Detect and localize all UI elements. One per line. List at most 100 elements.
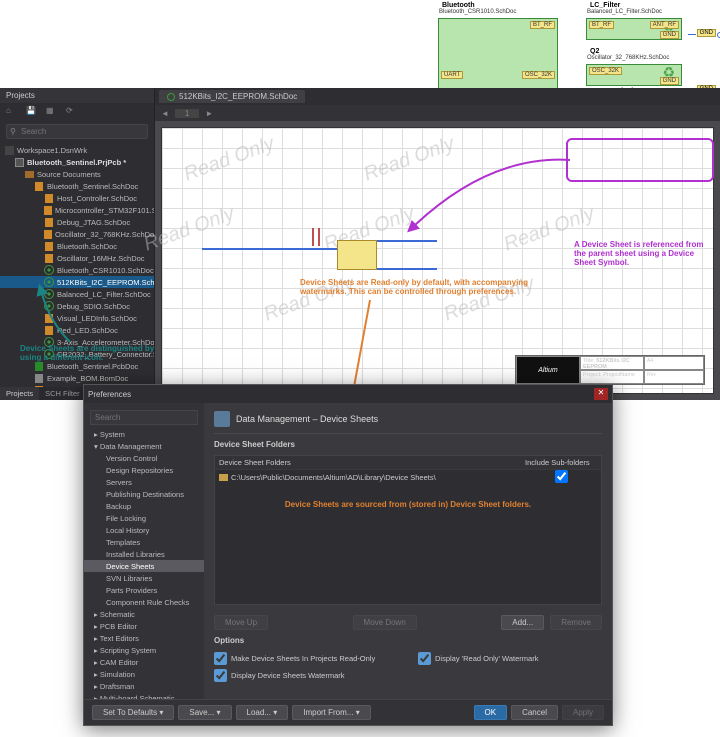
annotation-device-sheet-symbol: A Device Sheet is referenced from the pa… [574,240,714,267]
tree-node-label: Bluetooth_Sentinel.PcbDoc [47,362,138,371]
devsheet-icon [44,265,54,275]
tree-node[interactable]: Red_LED.SchDoc [0,324,154,336]
include-subfolders-checkbox[interactable] [555,470,568,483]
tree-node[interactable]: 512KBits_I2C_EEPROM.SchDoc [0,276,154,288]
tree-node[interactable]: Bluetooth_CSR1010.SchDoc [0,264,154,276]
port: ANT_RF [650,21,679,29]
prefs-nav-item[interactable]: Parts Providers [84,584,204,596]
prefs-nav-item[interactable]: ▸ Text Editors [84,632,204,644]
option-label: Make Device Sheets In Projects Read-Only [231,654,375,663]
tree-node[interactable]: Source Documents [0,168,154,180]
prefs-nav-item[interactable]: Local History [84,524,204,536]
home-icon[interactable]: ⌂ [6,106,18,118]
tree-node[interactable]: Bluetooth_Sentinel.SchDoc [0,180,154,192]
page-next-icon[interactable]: ► [205,109,213,118]
section-title: Device Sheet Folders [214,440,602,449]
sch-icon [44,205,52,215]
tree-node[interactable]: Debug_SDIO.SchDoc [0,300,154,312]
schematic-wires [202,248,337,250]
annotation-icon: Device Sheets are distinguished by using… [20,344,170,362]
save-button[interactable]: Save... ▾ [178,705,231,720]
ok-button[interactable]: OK [474,705,508,720]
tree-node[interactable]: Workspace1.DsnWrk [0,144,154,156]
prefs-nav-item[interactable]: Version Control [84,452,204,464]
prefs-nav-item[interactable]: ▸ Draftsman [84,680,204,692]
cancel-button[interactable]: Cancel [511,705,558,720]
move-up-button[interactable]: Move Up [214,615,268,630]
import-button[interactable]: Import From... ▾ [292,705,370,720]
altium-logo: Altium [516,356,580,384]
option-checkbox[interactable] [214,669,227,682]
document-tab-label: 512KBits_I2C_EEPROM.SchDoc [179,92,297,101]
port: OSC_32K [589,67,622,75]
prefs-nav-item[interactable]: Installed Libraries [84,548,204,560]
prefs-nav-item[interactable]: ▸ System [84,428,204,440]
load-button[interactable]: Load... ▾ [236,705,289,720]
prefs-nav-item[interactable]: Servers [84,476,204,488]
tree-node-label: 512KBits_I2C_EEPROM.SchDoc [57,278,154,287]
prefs-nav-item[interactable]: Backup [84,500,204,512]
tree-node[interactable]: Bluetooth.SchDoc [0,240,154,252]
annotation-folders: Device Sheets are sourced from (stored i… [255,500,561,509]
prefs-nav-item[interactable]: ▸ Schematic [84,608,204,620]
prefs-nav-item[interactable]: ▸ Scripting System [84,644,204,656]
prefs-nav-item[interactable]: ▾ Data Management [84,440,204,452]
prefs-nav-item[interactable]: ▸ CAM Editor [84,656,204,668]
prefs-nav-item[interactable]: Design Repositories [84,464,204,476]
sch-icon [44,217,54,227]
save-icon[interactable]: 💾 [26,106,38,118]
page-nav-icon[interactable]: ◄ [161,109,169,118]
device-sheet-folders-list[interactable]: Device Sheet Folders Include Sub-folders… [214,455,602,605]
move-down-button[interactable]: Move Down [353,615,417,630]
tree-node-label: Visual_LEDInfo.SchDoc [57,314,137,323]
folder-row[interactable]: C:\Users\Public\Documents\Altium\AD\Libr… [215,469,601,485]
device-sheet-icon [167,93,175,101]
option-checkbox[interactable] [418,652,431,665]
prefs-nav-item[interactable]: Templates [84,536,204,548]
close-icon[interactable]: ✕ [594,388,608,400]
refresh-icon[interactable]: ⟳ [66,106,78,118]
port: GND [660,31,679,39]
prefs-nav-item[interactable]: SVN Libraries [84,572,204,584]
tab-sch-filter[interactable]: SCH Filter [39,387,86,400]
prefs-nav-item[interactable]: ▸ Simulation [84,668,204,680]
tree-node[interactable]: Oscillator_16MHz.SchDoc [0,252,154,264]
tree-node[interactable]: Bluetooth_Sentinel.PrjPcb * [0,156,154,168]
tree-node[interactable]: Oscillator_32_768KHz.SchDoc [0,228,154,240]
schematic-eeprom-chip [337,240,377,270]
prefs-nav-item[interactable]: Publishing Destinations [84,488,204,500]
option-row[interactable]: Display Device Sheets Watermark [214,668,398,683]
prefs-search-input[interactable] [90,410,198,425]
prefs-nav-item[interactable]: Component Rule Checks [84,596,204,608]
sch-icon [44,193,54,203]
option-row[interactable]: Make Device Sheets In Projects Read-Only [214,651,398,666]
prefs-nav-item[interactable]: File Locking [84,512,204,524]
page-field[interactable]: 1 [175,109,199,118]
prefs-nav-item[interactable]: ▸ PCB Editor [84,620,204,632]
defaults-button[interactable]: Set To Defaults ▾ [92,705,174,720]
tree-node-label: Bluetooth.SchDoc [57,242,117,251]
tree-node-label: Bluetooth_Sentinel.SchDoc [47,182,138,191]
compile-icon[interactable]: ▦ [46,106,58,118]
remove-folder-button[interactable]: Remove [550,615,602,630]
tree-node[interactable]: Host_Controller.SchDoc [0,192,154,204]
port: BT_RF [530,21,555,29]
prefs-nav-item[interactable]: ▸ Multi-board Schematic [84,692,204,699]
tree-node[interactable]: Debug_JTAG.SchDoc [0,216,154,228]
preferences-dialog: Preferences ✕ ▸ System▾ Data ManagementV… [83,384,613,726]
tree-node[interactable]: Microcontroller_STM32F101.SchDoc [0,204,154,216]
option-checkbox[interactable] [214,652,227,665]
projects-search-input[interactable] [6,124,148,139]
document-tab[interactable]: 512KBits_I2C_EEPROM.SchDoc [159,90,305,103]
add-folder-button[interactable]: Add... [501,615,544,630]
apply-button[interactable]: Apply [562,705,604,720]
projects-panel-title: Projects [0,88,154,103]
tree-node[interactable]: Example_BOM.BomDoc [0,372,154,384]
tree-node[interactable]: Visual_LEDInfo.SchDoc [0,312,154,324]
tree-node[interactable]: Balanced_LC_Filter.SchDoc [0,288,154,300]
tab-projects[interactable]: Projects [0,387,39,400]
tree-node-label: Debug_JTAG.SchDoc [57,218,130,227]
sch-icon [44,253,54,263]
option-row[interactable]: Display 'Read Only' Watermark [418,651,602,666]
prefs-nav-item[interactable]: Device Sheets [84,560,204,572]
